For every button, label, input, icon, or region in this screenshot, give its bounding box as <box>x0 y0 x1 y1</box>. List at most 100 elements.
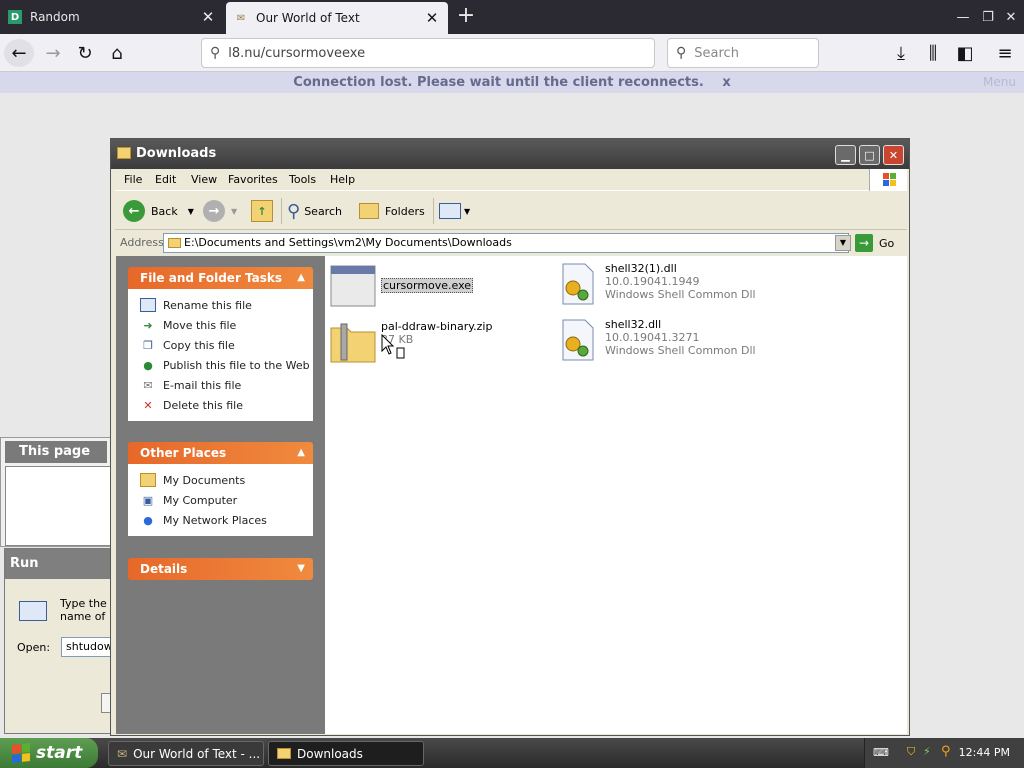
menu-view[interactable]: View <box>191 173 217 186</box>
details-header[interactable]: Details ▼ <box>128 558 313 580</box>
task-delete[interactable]: ✕ Delete this file <box>140 395 313 415</box>
rename-icon <box>140 298 156 312</box>
forward-dropdown-icon[interactable]: ▼ <box>231 207 237 216</box>
task-label: E-mail this file <box>163 378 242 392</box>
folder-icon <box>117 147 131 159</box>
folders-label: Folders <box>385 204 425 218</box>
file-item[interactable]: cursormove.exe <box>329 264 474 308</box>
close-window-icon[interactable]: ✕ <box>1000 0 1022 34</box>
random-favicon-icon: D <box>8 10 22 24</box>
shield-icon[interactable]: ⛉ <box>907 745 915 759</box>
owot-menu-button[interactable]: Menu <box>983 72 1016 93</box>
library-icon[interactable]: ⫼ <box>918 39 948 67</box>
sidebar-icon[interactable]: ◧ <box>950 39 980 67</box>
url-text: l8.nu/cursormoveexe <box>228 45 366 61</box>
forward-arrow-icon[interactable]: → <box>38 39 68 67</box>
forward-button[interactable]: → ▼ <box>203 199 237 223</box>
search-icon: ⚲ <box>210 45 221 61</box>
taskbar-item-downloads[interactable]: Downloads <box>268 741 424 766</box>
maximize-icon[interactable]: □ <box>859 145 880 165</box>
globe-icon: ● <box>143 358 153 372</box>
hamburger-menu-icon[interactable]: ≡ <box>990 39 1020 67</box>
tab-label: Random <box>30 10 80 24</box>
task-rename[interactable]: Rename this file <box>140 295 313 315</box>
file-item[interactable]: shell32.dll 10.0.19041.3271 Windows Shel… <box>553 318 756 362</box>
other-places-title: Other Places <box>140 446 227 460</box>
zip-folder-icon <box>330 323 376 363</box>
close-tab-icon[interactable]: ✕ <box>200 8 216 26</box>
menu-favorites[interactable]: Favorites <box>228 173 278 186</box>
views-dropdown-icon: ▼ <box>464 206 471 216</box>
taskbar-item-browser[interactable]: ✉ Our World of Text - ... <box>108 741 264 766</box>
go-button[interactable]: → Go <box>855 234 894 252</box>
folder-icon <box>277 748 291 759</box>
menu-tools[interactable]: Tools <box>289 173 316 186</box>
dll-gear-icon <box>562 319 594 361</box>
place-my-computer[interactable]: ▣ My Computer <box>140 490 313 510</box>
file-tasks-header[interactable]: File and Folder Tasks ▲ <box>128 267 313 289</box>
notice-dismiss-button[interactable]: x <box>722 75 730 90</box>
task-publish[interactable]: ● Publish this file to the Web <box>140 355 313 375</box>
magnifier-icon: ⚲ <box>287 200 301 222</box>
tab-random[interactable]: D Random ✕ <box>0 0 224 34</box>
restore-icon[interactable]: ❐ <box>977 0 999 34</box>
file-item[interactable]: shell32(1).dll 10.0.19041.1949 Windows S… <box>553 262 756 306</box>
delete-x-icon: ✕ <box>143 398 153 412</box>
collapse-chevron-icon[interactable]: ▲ <box>297 442 305 464</box>
up-folder-button[interactable]: ↑ <box>251 199 273 223</box>
tab-label: Our World of Text <box>256 11 360 25</box>
menu-edit[interactable]: Edit <box>155 173 176 186</box>
views-button[interactable]: ▼ <box>439 199 470 223</box>
address-input[interactable]: E:\Documents and Settings\vm2\My Documen… <box>163 233 849 253</box>
network-tray-icon[interactable]: ⚡ <box>923 745 931 758</box>
tab-our-world-of-text[interactable]: ✉ Our World of Text ✕ <box>226 2 448 34</box>
address-dropdown-icon[interactable]: ▼ <box>835 235 851 251</box>
toolbar-divider <box>433 198 434 224</box>
collapse-chevron-icon[interactable]: ▲ <box>297 267 305 289</box>
forward-arrow-icon: → <box>203 200 225 222</box>
reload-icon[interactable]: ↻ <box>70 39 100 67</box>
close-tab-icon[interactable]: ✕ <box>424 9 440 27</box>
new-tab-plus-icon[interactable]: + <box>454 4 478 28</box>
place-my-documents[interactable]: My Documents <box>140 470 313 490</box>
file-name: cursormove.exe <box>381 278 474 293</box>
menu-file[interactable]: File <box>124 173 142 186</box>
owot-favicon-icon: ✉ <box>236 12 246 24</box>
back-arrow-icon: ← <box>123 200 145 222</box>
task-copy[interactable]: ❐ Copy this file <box>140 335 313 355</box>
explorer-titlebar[interactable]: Downloads ▁ □ ✕ <box>111 139 909 169</box>
back-dropdown-icon[interactable]: ▼ <box>188 207 194 216</box>
connection-notice: Connection lost. Please wait until the c… <box>0 72 1024 93</box>
place-my-network[interactable]: ● My Network Places <box>140 510 313 530</box>
start-button[interactable]: start <box>0 738 98 768</box>
menu-help[interactable]: Help <box>330 173 355 186</box>
folders-button[interactable]: Folders <box>359 199 425 223</box>
back-label: Back <box>151 204 178 218</box>
search-placeholder: Search <box>694 45 739 61</box>
close-icon[interactable]: ✕ <box>883 145 904 165</box>
file-folder-tasks-panel: File and Folder Tasks ▲ Rename this file… <box>128 267 313 421</box>
task-email[interactable]: ✉ E-mail this file <box>140 375 313 395</box>
taskbar-item-label: Downloads <box>297 746 363 761</box>
back-arrow-icon[interactable]: ← <box>4 39 34 67</box>
back-button[interactable]: ← Back ▼ <box>123 199 194 223</box>
other-places-panel: Other Places ▲ My Documents ▣ My Computer… <box>128 442 313 536</box>
file-description: Windows Shell Common Dll <box>605 344 756 357</box>
keyboard-icon[interactable]: ⌨ <box>873 746 889 759</box>
run-dialog: Run Type the name of a program, folder, … <box>4 548 113 734</box>
download-icon[interactable]: ⤓ <box>886 39 916 67</box>
minimize-icon[interactable]: — <box>952 0 974 34</box>
search-tray-icon[interactable]: ⚲ <box>941 744 951 759</box>
this-page-header: This page <box>5 441 107 463</box>
home-icon[interactable]: ⌂ <box>102 39 132 67</box>
expand-chevron-icon[interactable]: ▼ <box>297 558 305 580</box>
task-move[interactable]: ➜ Move this file <box>140 315 313 335</box>
url-bar[interactable]: ⚲ l8.nu/cursormoveexe <box>201 38 655 68</box>
search-input[interactable]: ⚲ Search <box>667 38 819 68</box>
run-open-input[interactable]: shtudown <box>61 637 113 657</box>
search-icon: ⚲ <box>676 45 687 61</box>
minimize-icon[interactable]: ▁ <box>835 145 856 165</box>
other-places-header[interactable]: Other Places ▲ <box>128 442 313 464</box>
search-button[interactable]: ⚲ Search <box>287 199 342 223</box>
file-item[interactable]: pal-ddraw-binary.zip 37 KB <box>329 320 492 364</box>
